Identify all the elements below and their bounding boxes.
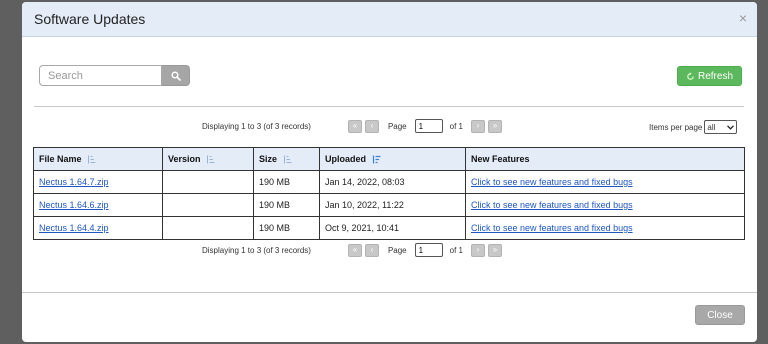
first-page-button[interactable]: « xyxy=(347,119,362,133)
cell-uploaded: Jan 10, 2022, 11:22 xyxy=(319,193,466,217)
table-header-row: File Name Version Size Uploaded New Feat… xyxy=(33,147,745,171)
column-size[interactable]: Size xyxy=(253,147,320,171)
cell-uploaded: Jan 14, 2022, 08:03 xyxy=(319,170,466,194)
close-button[interactable]: Close xyxy=(695,305,745,325)
cell-file-name: Nectus 1.64.4.zip xyxy=(33,216,163,240)
refresh-icon xyxy=(687,71,694,80)
search-button[interactable] xyxy=(162,65,190,86)
next-page-button[interactable]: › xyxy=(470,119,485,133)
cell-version xyxy=(162,216,254,240)
refresh-label: Refresh xyxy=(697,70,733,82)
column-file-name[interactable]: File Name xyxy=(33,147,163,171)
cell-features: Click to see new features and fixed bugs xyxy=(465,216,745,240)
file-download-link[interactable]: Nectus 1.64.4.zip xyxy=(39,223,109,233)
sort-descending-icon xyxy=(372,155,381,164)
file-download-link[interactable]: Nectus 1.64.7.zip xyxy=(39,177,109,187)
page-label: Page xyxy=(387,121,407,131)
prev-page-button[interactable]: ‹ xyxy=(364,243,379,257)
cell-features: Click to see new features and fixed bugs xyxy=(465,170,745,194)
items-per-page-select[interactable]: all xyxy=(704,120,738,134)
search-icon xyxy=(170,70,181,81)
cell-features: Click to see new features and fixed bugs xyxy=(465,193,745,217)
dialog-header: Software Updates × xyxy=(22,2,757,37)
prev-page-button[interactable]: ‹ xyxy=(364,119,379,133)
close-icon[interactable]: × xyxy=(739,11,747,25)
table-row: Nectus 1.64.6.zip 190 MB Jan 10, 2022, 1… xyxy=(33,193,745,217)
column-new-features: New Features xyxy=(465,147,745,171)
pager-top: Displaying 1 to 3 (of 3 records) « ‹ Pag… xyxy=(202,118,505,134)
footer-divider xyxy=(22,292,757,293)
next-page-button[interactable]: › xyxy=(470,243,485,257)
sort-icon xyxy=(283,155,292,164)
dialog-title: Software Updates xyxy=(34,11,146,27)
items-per-page-value: all xyxy=(707,122,716,132)
cell-size: 190 MB xyxy=(253,170,320,194)
search-input[interactable] xyxy=(39,65,162,86)
cell-size: 190 MB xyxy=(253,216,320,240)
last-page-button[interactable]: » xyxy=(487,119,502,133)
sort-icon xyxy=(207,155,215,164)
sort-icon xyxy=(88,155,96,164)
table-row: Nectus 1.64.4.zip 190 MB Oct 9, 2021, 10… xyxy=(33,216,745,240)
column-uploaded[interactable]: Uploaded xyxy=(319,147,466,171)
cell-size: 190 MB xyxy=(253,193,320,217)
page-label: Page xyxy=(387,245,407,255)
pager-bottom: Displaying 1 to 3 (of 3 records) « ‹ Pag… xyxy=(202,242,505,258)
toolbar-divider xyxy=(34,106,744,107)
cell-file-name: Nectus 1.64.6.zip xyxy=(33,193,163,217)
table-row: Nectus 1.64.7.zip 190 MB Jan 14, 2022, 0… xyxy=(33,170,745,194)
first-page-button[interactable]: « xyxy=(347,243,362,257)
column-version[interactable]: Version xyxy=(162,147,254,171)
cell-version xyxy=(162,170,254,194)
cell-version xyxy=(162,193,254,217)
software-updates-dialog: Software Updates × Refresh Displaying 1 … xyxy=(22,2,757,342)
file-download-link[interactable]: Nectus 1.64.6.zip xyxy=(39,200,109,210)
features-link[interactable]: Click to see new features and fixed bugs xyxy=(471,177,633,187)
cell-file-name: Nectus 1.64.7.zip xyxy=(33,170,163,194)
page-total: of 1 xyxy=(449,245,463,255)
updates-table: File Name Version Size Uploaded New Feat… xyxy=(33,147,745,240)
features-link[interactable]: Click to see new features and fixed bugs xyxy=(471,200,633,210)
page-number-input[interactable] xyxy=(414,119,443,133)
page-number-input[interactable] xyxy=(414,243,443,257)
features-link[interactable]: Click to see new features and fixed bugs xyxy=(471,223,633,233)
last-page-button[interactable]: » xyxy=(487,243,502,257)
search-group xyxy=(39,65,190,86)
items-per-page: Items per page all xyxy=(649,120,738,134)
chevron-down-icon xyxy=(727,124,735,130)
cell-uploaded: Oct 9, 2021, 10:41 xyxy=(319,216,466,240)
record-count: Displaying 1 to 3 (of 3 records) xyxy=(202,121,311,131)
page-total: of 1 xyxy=(449,121,463,131)
items-per-page-label: Items per page xyxy=(649,122,703,132)
refresh-button[interactable]: Refresh xyxy=(677,66,742,86)
record-count: Displaying 1 to 3 (of 3 records) xyxy=(202,245,311,255)
